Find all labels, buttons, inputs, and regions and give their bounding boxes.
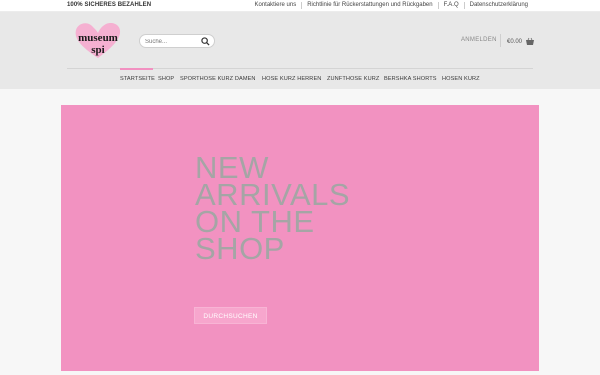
nav-item-home[interactable]: STARTSEITE [120, 76, 155, 82]
nav-item-hose-kurz-herren[interactable]: HOSE KURZ HERREN [262, 76, 321, 82]
hero-title-line: SHOP [195, 231, 285, 266]
nav-item-sporthose-kurz-damen[interactable]: SPORTHOSE KURZ DAMEN [180, 76, 256, 82]
faq-link[interactable]: F.A.Q [439, 2, 464, 9]
top-bar: 100% SICHERES BEZAHLEN Kontaktiere uns R… [0, 0, 600, 12]
nav-item-bershka-shorts[interactable]: BERSHKA SHORTS [384, 76, 437, 82]
search-box [139, 34, 215, 48]
contact-link[interactable]: Kontaktiere uns [250, 2, 302, 9]
main-nav: STARTSEITE SHOP SPORTHOSE KURZ DAMEN HOS… [67, 68, 533, 89]
cart-basket-icon [526, 37, 535, 45]
site-header: museum spi ANMELDEN €0.00 STARTSEITE SHO… [0, 12, 600, 89]
nav-item-hosen-kurz[interactable]: HOSEN KURZ [442, 76, 480, 82]
refund-policy-link[interactable]: Richtlinie für Rückerstattungen und Rück… [302, 2, 437, 9]
logo-text-2: spi [91, 44, 104, 56]
hero-title: NEW ARRIVALS ON THE SHOP [195, 152, 395, 266]
logo-text-1: museum [78, 32, 118, 44]
top-links: Kontaktiere uns Richtlinie für Rückersta… [250, 2, 534, 9]
secure-payment-text: 100% SICHERES BEZAHLEN [67, 2, 152, 8]
nav-item-shop[interactable]: SHOP [158, 76, 174, 82]
login-link[interactable]: ANMELDEN [461, 37, 497, 43]
active-indicator [120, 68, 153, 70]
cart-button[interactable]: €0.00 [507, 37, 535, 46]
cart-total: €0.00 [507, 38, 523, 45]
nav-item-zunfthose-kurz[interactable]: ZUNFTHOSE KURZ [327, 76, 379, 82]
logo-heart-icon: museum spi [75, 23, 121, 58]
site-logo[interactable]: museum spi [70, 18, 126, 62]
search-icon[interactable] [201, 37, 210, 46]
privacy-link[interactable]: Datenschutzerklärung [465, 2, 533, 9]
search-input[interactable] [145, 37, 200, 46]
divider [500, 34, 501, 47]
browse-button[interactable]: DURCHSUCHEN [194, 307, 267, 324]
hero-banner: NEW ARRIVALS ON THE SHOP DURCHSUCHEN [61, 105, 539, 371]
